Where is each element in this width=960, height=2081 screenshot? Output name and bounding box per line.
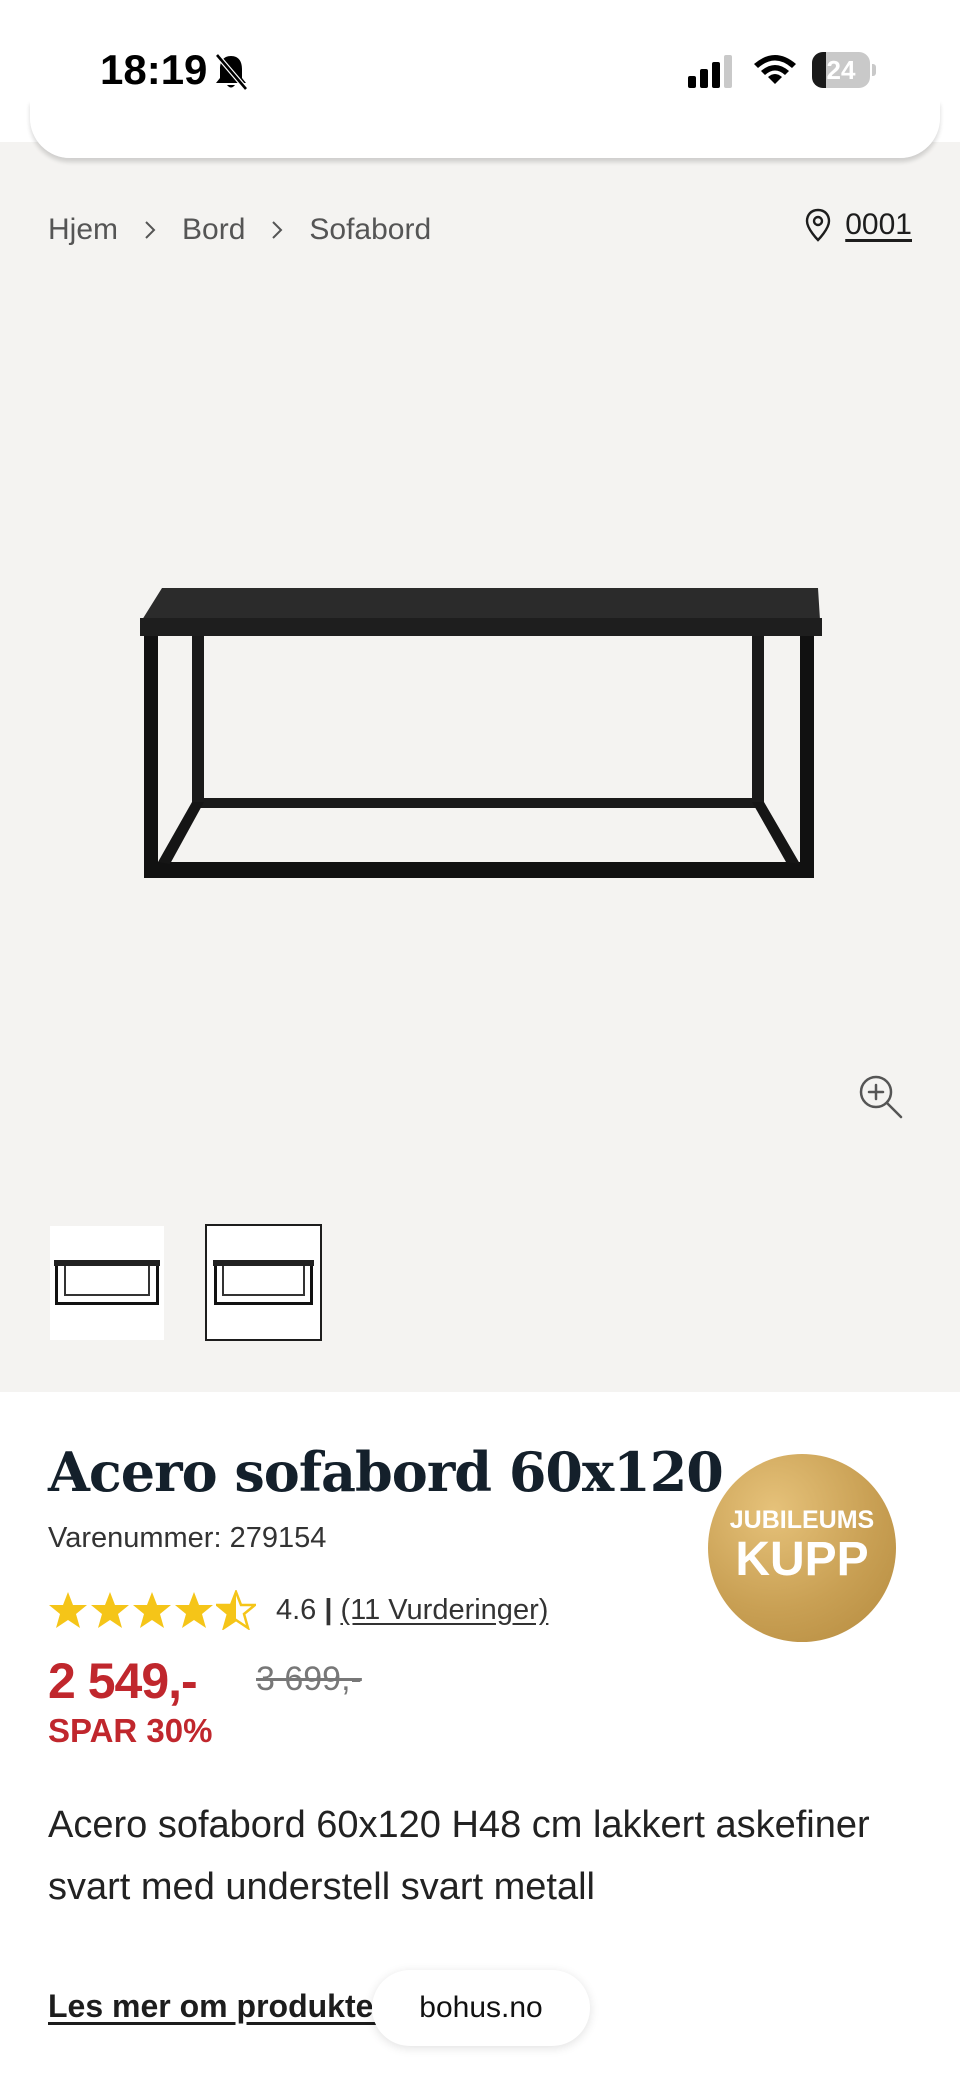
star-icon xyxy=(133,1592,171,1628)
old-price: 3 699,- xyxy=(256,1660,362,1698)
star-icon xyxy=(175,1592,213,1628)
thumbnail-1-image xyxy=(54,1260,160,1305)
browser-url: bohus.no xyxy=(419,1991,543,2024)
status-time: 18:19 xyxy=(100,46,208,93)
current-price: 2 549,- xyxy=(48,1653,198,1709)
star-half-icon xyxy=(216,1590,256,1630)
breadcrumb-item-bord[interactable]: Bord xyxy=(182,213,245,247)
rating-stars xyxy=(48,1590,258,1630)
product-sku: Varenummer: 279154 xyxy=(48,1522,327,1554)
product-image[interactable] xyxy=(130,580,830,900)
product-gallery xyxy=(0,100,960,1392)
store-code[interactable]: 0001 xyxy=(845,208,912,242)
badge-line-2: KUPP xyxy=(735,1533,869,1586)
rating-value: 4.6 xyxy=(276,1593,317,1626)
star-icon xyxy=(91,1592,129,1628)
read-more-link[interactable]: Les mer om produktet xyxy=(48,1988,384,2025)
rating-separator: | xyxy=(324,1593,333,1626)
browser-url-pill[interactable]: bohus.no xyxy=(372,1970,590,2046)
product-title: Acero sofabord 60x120 xyxy=(48,1440,724,1504)
breadcrumb-item-hjem[interactable]: Hjem xyxy=(48,213,118,247)
zoom-icon[interactable] xyxy=(856,1072,904,1120)
store-selector[interactable]: 0001 xyxy=(803,208,912,242)
star-icon xyxy=(49,1592,87,1628)
cellular-signal-icon xyxy=(688,55,732,88)
breadcrumb-item-sofabord[interactable]: Sofabord xyxy=(309,213,431,247)
breadcrumb: Hjem Bord Sofabord xyxy=(48,210,431,250)
product-description: Acero sofabord 60x120 H48 cm lakkert ask… xyxy=(48,1804,870,1908)
chevron-right-icon xyxy=(245,210,309,250)
location-pin-icon xyxy=(806,208,831,242)
wifi-icon xyxy=(754,55,796,84)
battery-level: 24 xyxy=(826,55,856,85)
thumbnail-2-selected[interactable] xyxy=(205,1224,322,1341)
header-card-edge xyxy=(30,100,940,158)
thumbnail-1[interactable] xyxy=(50,1226,164,1340)
badge-line-1: JUBILEUMS xyxy=(729,1506,875,1534)
saving-label: SPAR 30% xyxy=(48,1712,213,1749)
jubileums-kupp-badge: JUBILEUMS KUPP xyxy=(708,1454,896,1642)
bell-muted-icon xyxy=(215,53,248,91)
product-rating: 4.6 | (11 Vurderinger) xyxy=(48,1588,548,1632)
reviews-link[interactable]: (11 Vurderinger) xyxy=(340,1594,548,1627)
thumbnail-2-image xyxy=(213,1260,314,1305)
chevron-right-icon xyxy=(118,210,182,250)
battery-icon: 24 xyxy=(812,52,876,88)
